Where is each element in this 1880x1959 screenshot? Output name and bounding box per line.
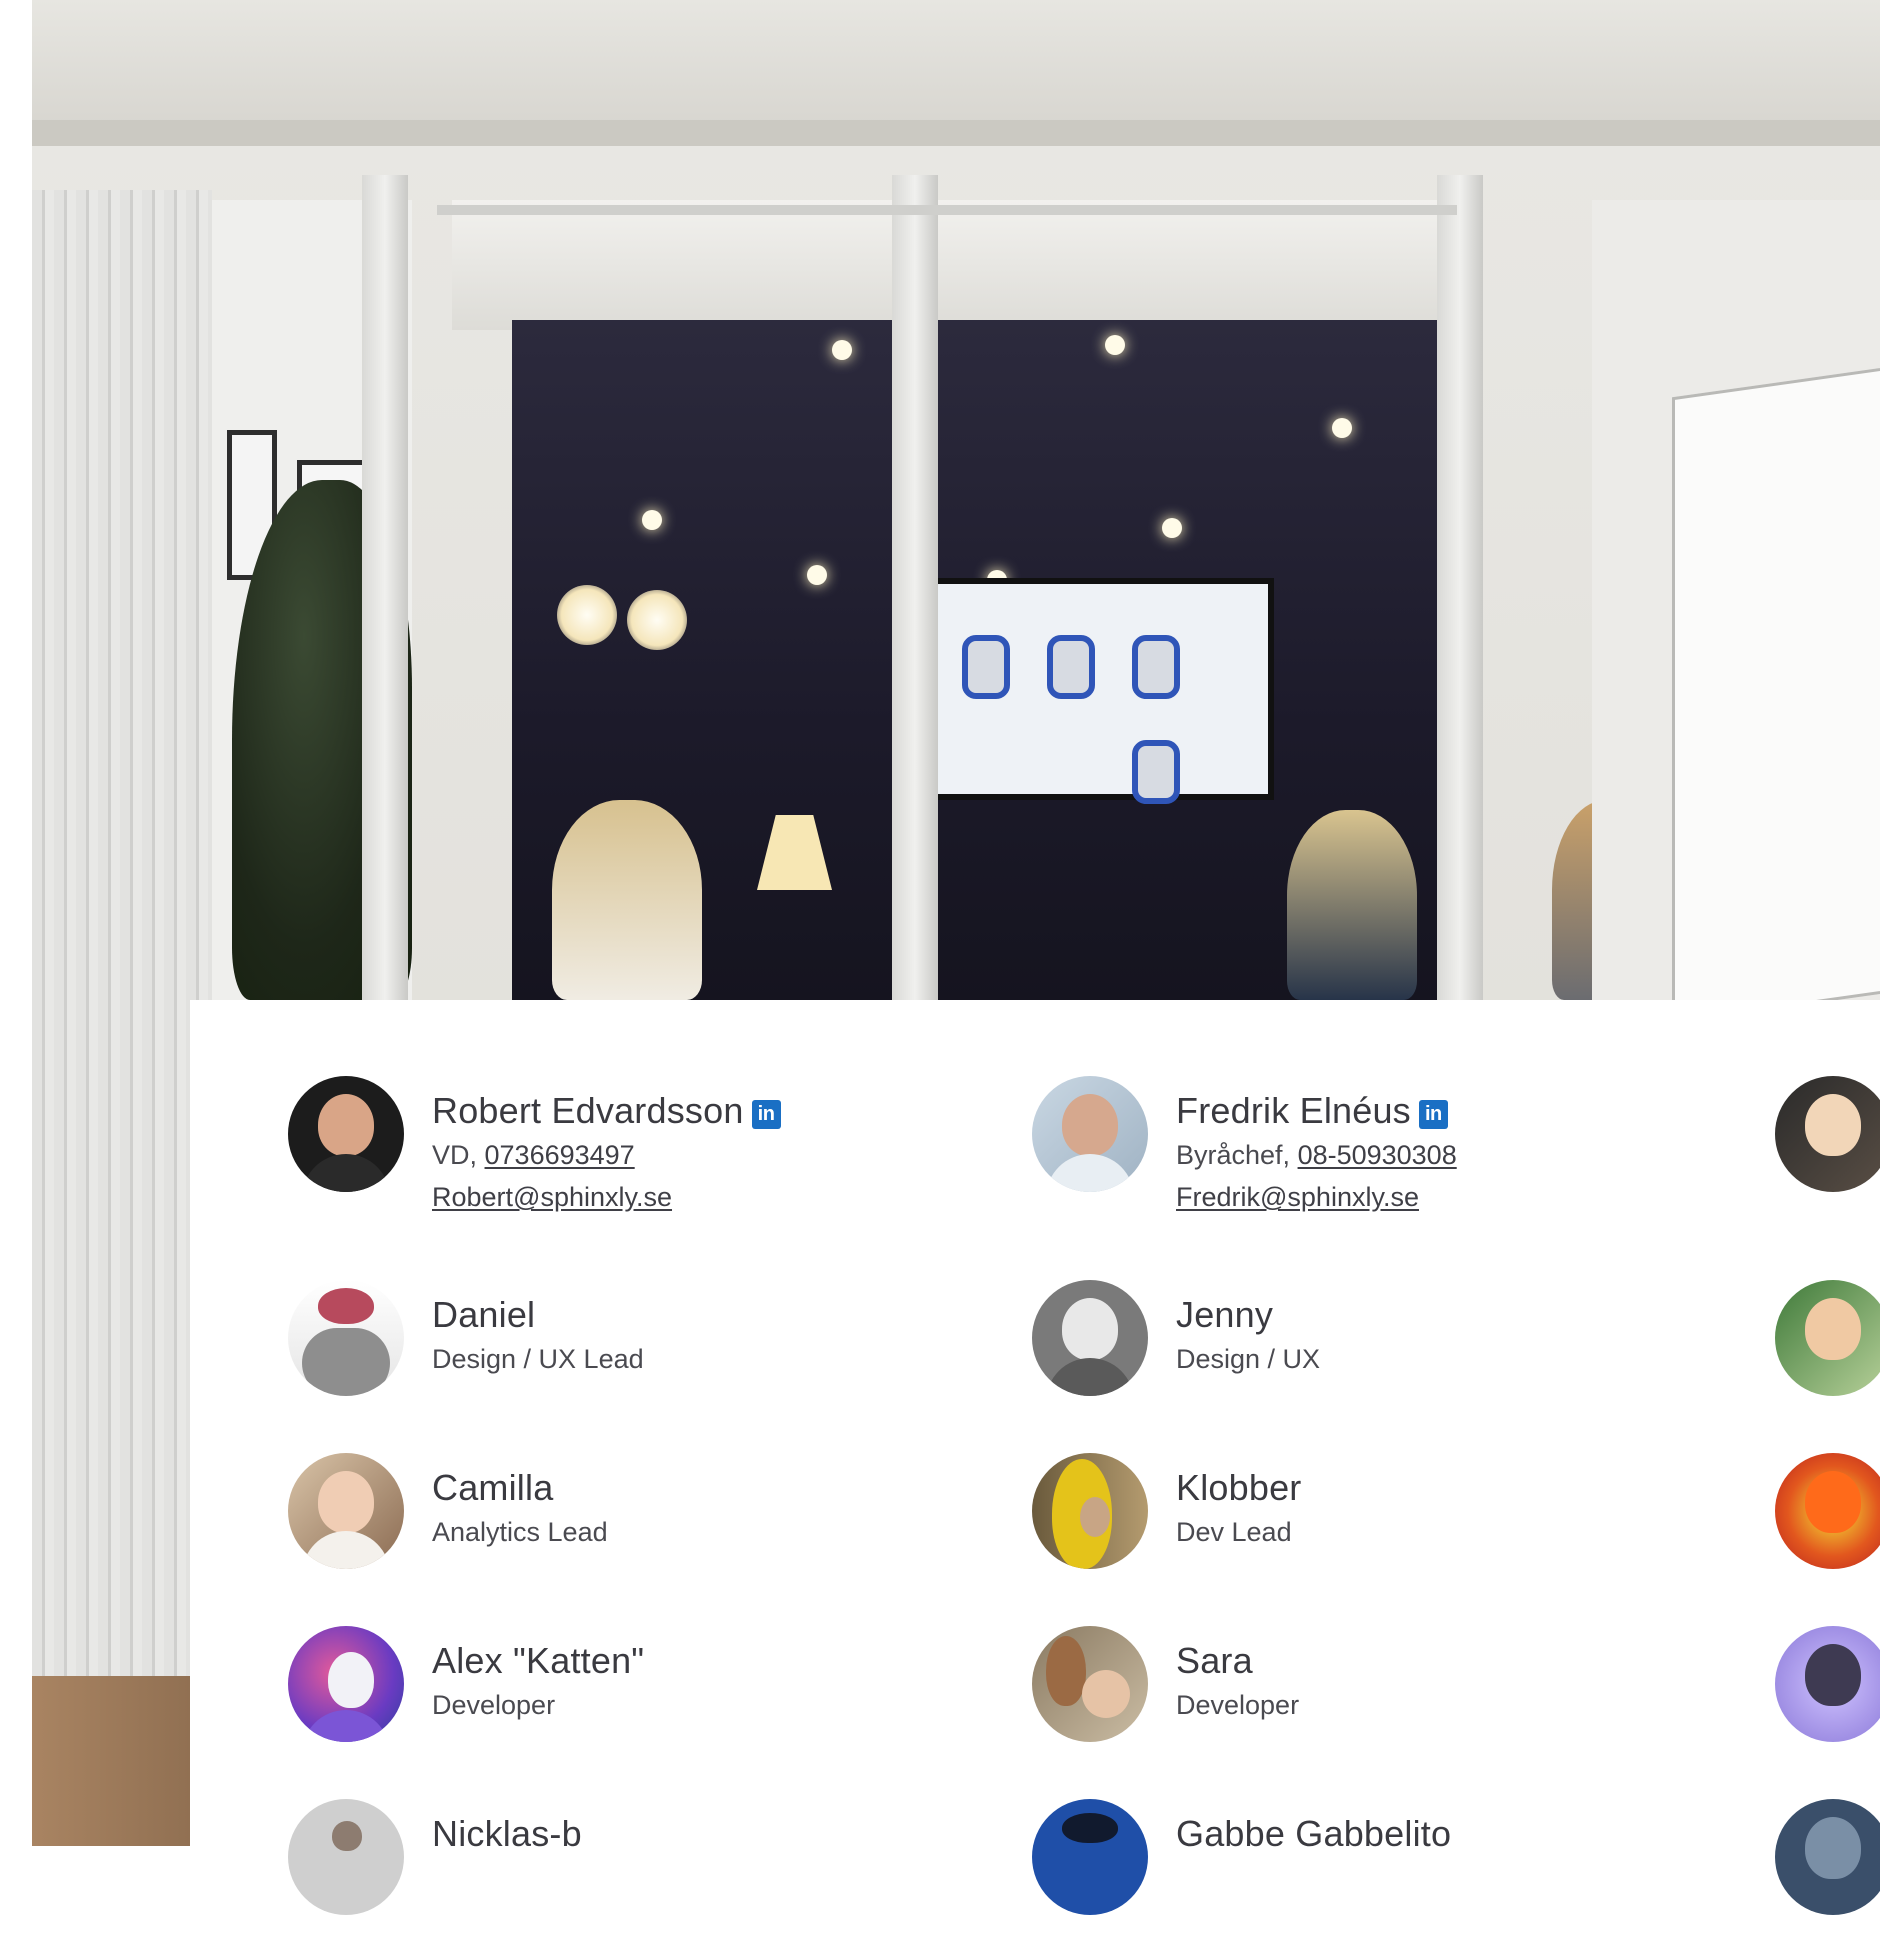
team-member: Alex "Katten" Developer xyxy=(288,1626,968,1786)
avatar xyxy=(1775,1280,1880,1396)
member-name: Klobber xyxy=(1176,1467,1302,1508)
avatar xyxy=(1032,1626,1148,1742)
team-card: Robert Edvardsson in VD, 0736693497 Rober… xyxy=(190,1000,1880,1915)
phone-link[interactable]: 0736693497 xyxy=(485,1140,635,1170)
member-role: VD, 0736693497 xyxy=(432,1140,635,1170)
avatar xyxy=(1775,1799,1880,1915)
member-name: Sara xyxy=(1176,1640,1253,1681)
member-name: Jenny xyxy=(1176,1294,1274,1335)
avatar xyxy=(1775,1626,1880,1742)
avatar xyxy=(288,1626,404,1742)
team-member: Robert Edvardsson in VD, 0736693497 Rober… xyxy=(288,1076,968,1236)
phone-link[interactable]: 08-50930308 xyxy=(1298,1140,1457,1170)
avatar xyxy=(1032,1076,1148,1192)
member-role: Design / UX Lead xyxy=(432,1344,644,1374)
email-link[interactable]: Robert@sphinxly.se xyxy=(432,1182,672,1213)
member-role: Analytics Lead xyxy=(432,1517,608,1547)
email-link[interactable]: Fredrik@sphinxly.se xyxy=(1176,1182,1419,1213)
member-role: Developer xyxy=(1176,1690,1300,1720)
team-member: Nicklas-b xyxy=(288,1799,968,1959)
member-name: Robert Edvardsson in xyxy=(432,1090,781,1132)
member-name: Gabbe Gabbelito xyxy=(1176,1813,1452,1854)
team-member: Fredrik Elnéus in Byråchef, 08-50930308 F… xyxy=(1032,1076,1712,1236)
avatar xyxy=(1032,1799,1148,1915)
avatar xyxy=(1032,1280,1148,1396)
avatar xyxy=(288,1799,404,1915)
member-name: Daniel xyxy=(432,1294,536,1335)
linkedin-icon[interactable]: in xyxy=(751,1100,781,1129)
member-name: Alex "Katten" xyxy=(432,1640,645,1681)
member-role: Developer xyxy=(432,1690,556,1720)
avatar xyxy=(288,1076,404,1192)
member-role: Dev Lead xyxy=(1176,1517,1292,1547)
team-member: Gabbe Gabbelito xyxy=(1032,1799,1712,1959)
avatar xyxy=(1775,1076,1880,1192)
team-member: Jenny Design / UX xyxy=(1032,1280,1712,1440)
avatar xyxy=(1775,1453,1880,1569)
avatar xyxy=(1032,1453,1148,1569)
team-member: Sara Developer xyxy=(1032,1626,1712,1786)
member-name: Nicklas-b xyxy=(432,1813,582,1854)
member-role: Design / UX xyxy=(1176,1344,1321,1374)
team-member: Camilla Analytics Lead xyxy=(288,1453,968,1613)
member-role: Byråchef, 08-50930308 xyxy=(1176,1140,1457,1170)
member-name: Fredrik Elnéus in xyxy=(1176,1090,1448,1132)
team-member: Klobber Dev Lead xyxy=(1032,1453,1712,1613)
team-member: Daniel Design / UX Lead xyxy=(288,1280,968,1440)
member-name: Camilla xyxy=(432,1467,554,1508)
linkedin-icon[interactable]: in xyxy=(1418,1100,1448,1129)
avatar xyxy=(288,1280,404,1396)
avatar xyxy=(288,1453,404,1569)
